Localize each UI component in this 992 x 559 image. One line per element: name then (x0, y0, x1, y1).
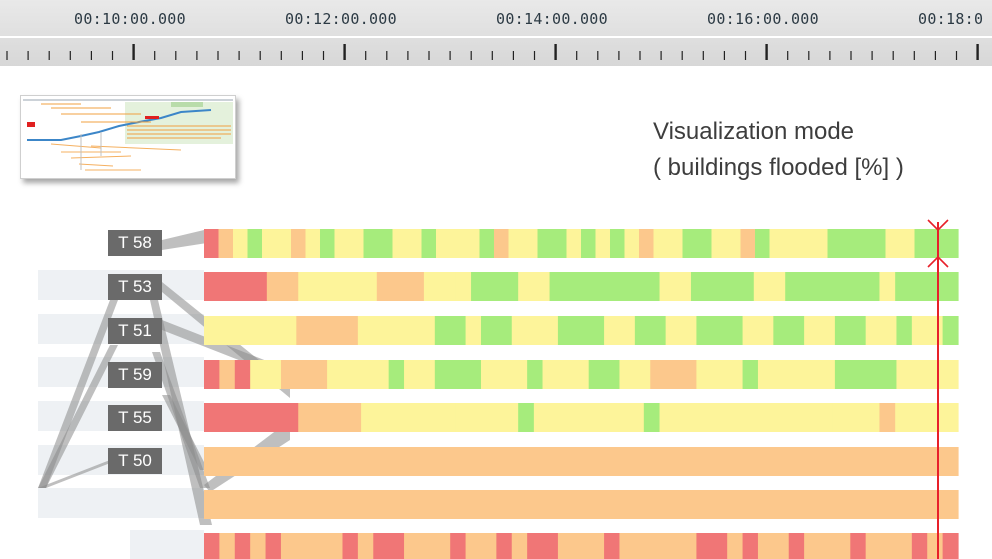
time-cursor[interactable] (0, 0, 992, 559)
